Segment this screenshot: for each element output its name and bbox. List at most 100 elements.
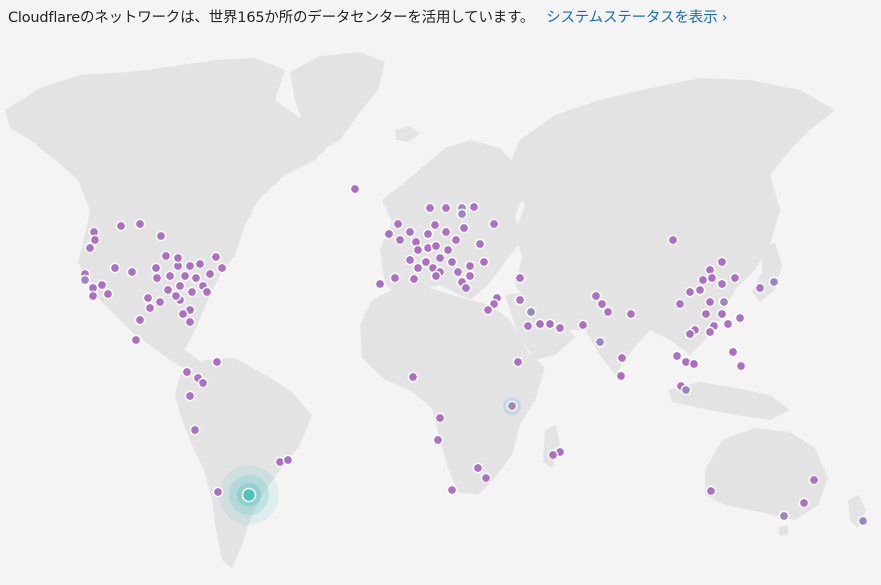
datacenter-dot-icon[interactable] bbox=[404, 254, 416, 266]
datacenter-dot-icon[interactable] bbox=[282, 454, 294, 466]
datacenter-dot-icon[interactable] bbox=[625, 308, 637, 320]
datacenter-dot-icon[interactable] bbox=[718, 296, 730, 308]
datacenter-dot-icon[interactable] bbox=[174, 280, 186, 292]
datacenter-dot-icon[interactable] bbox=[450, 234, 462, 246]
datacenter-dot-icon[interactable] bbox=[544, 318, 556, 330]
datacenter-dot-icon[interactable] bbox=[179, 270, 191, 282]
datacenter-dot-icon[interactable] bbox=[190, 272, 202, 284]
datacenter-dot-icon[interactable] bbox=[79, 274, 91, 286]
datacenter-dot-icon[interactable] bbox=[383, 228, 395, 240]
datacenter-dot-icon[interactable] bbox=[615, 370, 627, 382]
datacenter-dot-icon[interactable] bbox=[482, 304, 494, 316]
datacenter-dot-icon[interactable] bbox=[210, 251, 222, 263]
datacenter-dot-icon[interactable] bbox=[464, 270, 476, 282]
datacenter-dot-icon[interactable] bbox=[667, 234, 679, 246]
datacenter-dot-icon[interactable] bbox=[704, 326, 716, 338]
datacenter-dot-icon[interactable] bbox=[392, 218, 404, 230]
datacenter-dot-icon[interactable] bbox=[694, 284, 706, 296]
datacenter-dot-icon[interactable] bbox=[430, 240, 442, 252]
datacenter-dot-icon[interactable] bbox=[142, 292, 154, 304]
datacenter-dot-icon[interactable] bbox=[440, 202, 452, 214]
datacenter-dot-icon[interactable] bbox=[96, 279, 108, 291]
datacenter-dot-icon[interactable] bbox=[412, 262, 424, 274]
datacenter-dot-icon[interactable] bbox=[474, 238, 486, 250]
datacenter-dot-icon[interactable] bbox=[134, 314, 146, 326]
datacenter-dot-icon[interactable] bbox=[408, 273, 420, 285]
datacenter-dot-icon[interactable] bbox=[446, 256, 458, 268]
datacenter-dot-icon[interactable] bbox=[126, 266, 138, 278]
datacenter-dot-icon[interactable] bbox=[172, 252, 184, 264]
datacenter-dot-icon[interactable] bbox=[177, 308, 189, 320]
datacenter-dot-icon[interactable] bbox=[705, 485, 717, 497]
datacenter-dot-icon[interactable] bbox=[211, 356, 223, 368]
datacenter-dot-icon[interactable] bbox=[577, 319, 589, 331]
datacenter-dot-icon[interactable] bbox=[434, 412, 446, 424]
datacenter-dot-icon[interactable] bbox=[424, 202, 436, 214]
datacenter-dot-icon[interactable] bbox=[150, 262, 162, 274]
datacenter-dot-icon[interactable] bbox=[547, 449, 559, 461]
datacenter-dot-icon[interactable] bbox=[472, 462, 484, 474]
datacenter-dot-icon[interactable] bbox=[155, 230, 167, 242]
datacenter-dot-icon[interactable] bbox=[170, 290, 182, 302]
datacenter-dot-icon[interactable] bbox=[412, 244, 424, 256]
datacenter-dot-icon[interactable] bbox=[514, 272, 526, 284]
datacenter-dot-icon[interactable] bbox=[488, 218, 500, 230]
datacenter-dot-icon[interactable] bbox=[452, 266, 464, 278]
datacenter-dot-icon[interactable] bbox=[506, 400, 518, 412]
datacenter-dot-icon[interactable] bbox=[704, 296, 716, 308]
datacenter-dot-icon[interactable] bbox=[684, 328, 696, 340]
datacenter-dot-icon[interactable] bbox=[688, 358, 700, 370]
datacenter-dot-icon[interactable] bbox=[189, 424, 201, 436]
datacenter-dot-icon[interactable] bbox=[197, 377, 209, 389]
datacenter-dot-icon[interactable] bbox=[754, 282, 766, 294]
datacenter-dot-icon[interactable] bbox=[429, 219, 441, 231]
datacenter-dot-icon[interactable] bbox=[422, 228, 434, 240]
datacenter-dot-icon[interactable] bbox=[554, 322, 566, 334]
datacenter-dot-icon[interactable] bbox=[684, 286, 696, 298]
datacenter-dot-icon[interactable] bbox=[130, 334, 142, 346]
active-location-dot[interactable] bbox=[241, 487, 257, 503]
datacenter-dot-icon[interactable] bbox=[716, 308, 728, 320]
datacenter-dot-icon[interactable] bbox=[144, 302, 156, 314]
datacenter-dot-icon[interactable] bbox=[798, 497, 810, 509]
datacenter-dot-icon[interactable] bbox=[468, 201, 480, 213]
datacenter-dot-icon[interactable] bbox=[460, 282, 472, 294]
datacenter-dot-icon[interactable] bbox=[716, 278, 728, 290]
datacenter-dot-icon[interactable] bbox=[184, 316, 196, 328]
datacenter-dot-icon[interactable] bbox=[186, 286, 198, 298]
datacenter-dot-icon[interactable] bbox=[151, 272, 163, 284]
datacenter-dot-icon[interactable] bbox=[734, 312, 746, 324]
datacenter-dot-icon[interactable] bbox=[389, 272, 401, 284]
datacenter-dot-icon[interactable] bbox=[727, 346, 739, 358]
datacenter-dot-icon[interactable] bbox=[160, 250, 172, 262]
datacenter-dot-icon[interactable] bbox=[434, 252, 446, 264]
datacenter-dot-icon[interactable] bbox=[514, 294, 526, 306]
datacenter-dot-icon[interactable] bbox=[407, 371, 419, 383]
datacenter-dot-icon[interactable] bbox=[446, 484, 458, 496]
datacenter-dot-icon[interactable] bbox=[616, 352, 628, 364]
datacenter-dot-icon[interactable] bbox=[212, 486, 224, 498]
datacenter-dot-icon[interactable] bbox=[374, 278, 386, 290]
datacenter-dot-icon[interactable] bbox=[602, 306, 614, 318]
datacenter-dot-icon[interactable] bbox=[442, 244, 454, 256]
datacenter-dot-icon[interactable] bbox=[512, 356, 524, 368]
datacenter-dot-icon[interactable] bbox=[680, 384, 692, 396]
datacenter-dot-icon[interactable] bbox=[596, 298, 608, 310]
datacenter-dot-icon[interactable] bbox=[674, 298, 686, 310]
datacenter-dot-icon[interactable] bbox=[87, 290, 99, 302]
datacenter-dot-icon[interactable] bbox=[181, 366, 193, 378]
datacenter-dot-icon[interactable] bbox=[162, 284, 174, 296]
datacenter-dot-icon[interactable] bbox=[722, 318, 734, 330]
datacenter-dot-icon[interactable] bbox=[700, 308, 712, 320]
datacenter-dot-icon[interactable] bbox=[440, 226, 452, 238]
datacenter-dot-icon[interactable] bbox=[671, 350, 683, 362]
datacenter-dot-icon[interactable] bbox=[184, 390, 196, 402]
datacenter-dot-icon[interactable] bbox=[456, 208, 468, 220]
datacenter-dot-icon[interactable] bbox=[594, 336, 606, 348]
datacenter-dot-icon[interactable] bbox=[778, 510, 790, 522]
datacenter-dot-icon[interactable] bbox=[154, 296, 166, 308]
datacenter-dot-icon[interactable] bbox=[716, 256, 728, 268]
datacenter-dot-icon[interactable] bbox=[204, 268, 216, 280]
datacenter-dot-icon[interactable] bbox=[84, 242, 96, 254]
datacenter-dot-icon[interactable] bbox=[184, 260, 196, 272]
